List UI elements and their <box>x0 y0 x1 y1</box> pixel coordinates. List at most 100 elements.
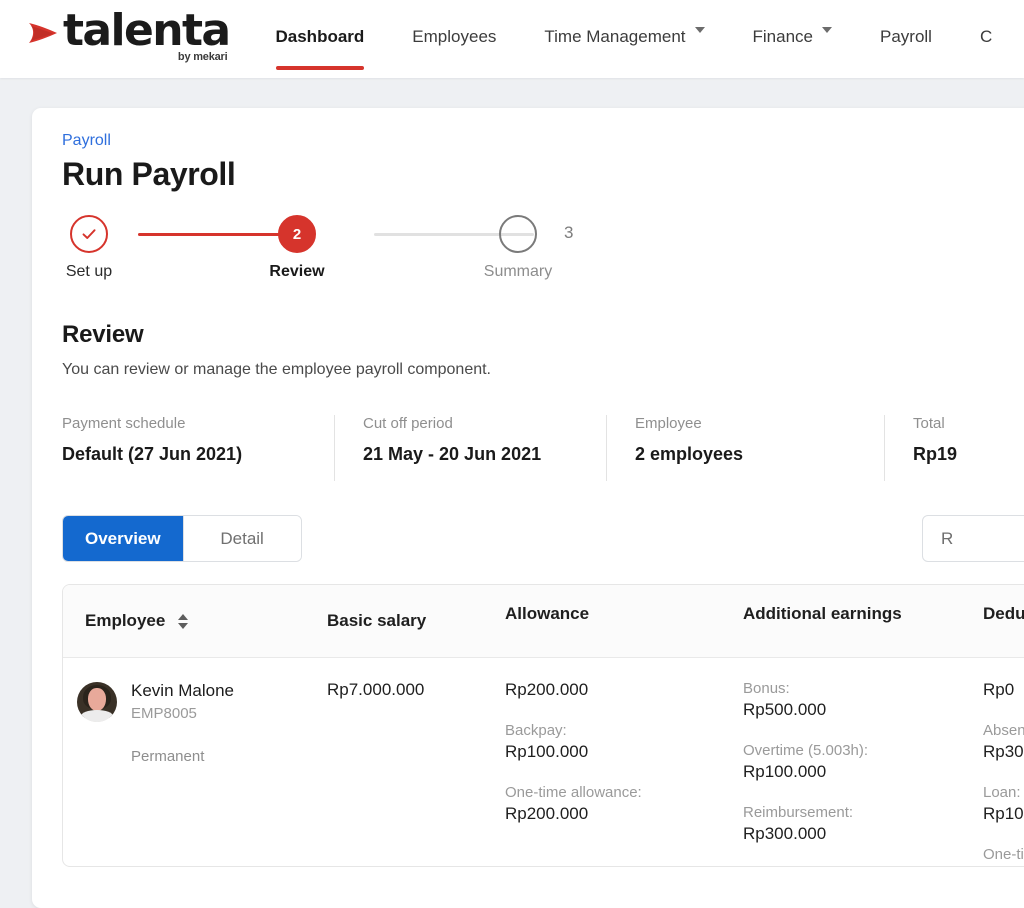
tabs-row: Overview Detail R <box>62 515 1024 562</box>
payroll-stepper: Set up 2 Review Summary 3 <box>62 215 1024 305</box>
summary-value: 2 employees <box>635 444 856 465</box>
table-header-row: Employee Basic salary Allowance Addition… <box>63 585 1024 657</box>
component-value: Rp100 <box>983 804 1024 824</box>
component-label: Reimbursement: <box>743 804 955 821</box>
column-header-deduction: Deduc <box>969 585 1024 657</box>
section-heading-review: Review <box>62 321 1024 349</box>
step-circle-done <box>70 215 108 253</box>
employment-type: Permanent <box>131 748 234 765</box>
cell-allowance: Rp200.000 Backpay: Rp100.000 One-time al… <box>491 657 729 866</box>
deduction-component: One-ti <box>983 846 1024 863</box>
nav-item-label: Finance <box>753 27 813 47</box>
step-number: 2 <box>293 226 301 243</box>
nav-item-payroll[interactable]: Payroll <box>880 0 932 78</box>
allowance-main-value: Rp200.000 <box>505 680 715 700</box>
deduction-main-value: Rp0 <box>983 680 1024 700</box>
step-circle-todo <box>499 215 537 253</box>
run-payroll-card: Payroll Run Payroll Set up 2 Review Summ… <box>32 108 1024 908</box>
summary-cut-off-period: Cut off period 21 May - 20 Jun 2021 <box>334 415 606 481</box>
chevron-arrow-icon <box>26 16 60 50</box>
component-value: Rp100.000 <box>505 742 715 762</box>
stepper-step-review[interactable]: 2 Review <box>237 215 357 281</box>
component-label: Backpay: <box>505 722 715 739</box>
stepper-connector-1-2 <box>138 233 298 236</box>
table-row[interactable]: Kevin Malone EMP8005 Permanent Rp7.000.0… <box>63 657 1024 866</box>
check-icon <box>79 224 99 244</box>
nav-item-label: Dashboard <box>276 27 365 47</box>
column-label: Employee <box>85 611 165 630</box>
column-header-basic-salary: Basic salary <box>313 585 491 657</box>
logo-tagline: by mekari <box>178 52 228 63</box>
chevron-down-icon <box>822 27 832 33</box>
breadcrumb-payroll[interactable]: Payroll <box>62 132 111 150</box>
nav-item-finance[interactable]: Finance <box>753 0 832 78</box>
tab-label: Detail <box>220 529 263 549</box>
nav-item-label: Time Management <box>544 27 685 47</box>
nav-item-employees[interactable]: Employees <box>412 0 496 78</box>
deduction-component: Absen Rp300 <box>983 722 1024 762</box>
summary-employee-count: Employee 2 employees <box>606 415 884 481</box>
component-label: One-time allowance: <box>505 784 715 801</box>
nav-item-label: C <box>980 27 992 47</box>
column-header-allowance: Allowance <box>491 585 729 657</box>
payroll-table: Employee Basic salary Allowance Addition… <box>62 584 1024 867</box>
summary-label: Cut off period <box>363 415 578 432</box>
summary-total: Total Rp19 <box>884 415 985 481</box>
payroll-summary-strip: Payment schedule Default (27 Jun 2021) C… <box>62 415 1024 481</box>
nav-item-dashboard[interactable]: Dashboard <box>276 0 365 78</box>
allowance-component: Backpay: Rp100.000 <box>505 722 715 762</box>
component-value: Rp300.000 <box>743 824 955 844</box>
top-navigation-bar: talenta by mekari Dashboard Employees Ti… <box>0 0 1024 78</box>
component-value: Rp200.000 <box>505 804 715 824</box>
summary-value: Rp19 <box>913 444 957 465</box>
cell-basic-salary: Rp7.000.000 <box>313 657 491 866</box>
allowance-component: One-time allowance: Rp200.000 <box>505 784 715 824</box>
talenta-logo[interactable]: talenta by mekari <box>26 8 230 63</box>
stepper-step-setup[interactable]: Set up <box>29 215 149 281</box>
sort-toggle-icon[interactable] <box>178 614 188 629</box>
component-label: One-ti <box>983 846 1024 863</box>
deduction-component: Loan: Rp100 <box>983 784 1024 824</box>
step-label-review: Review <box>269 263 324 281</box>
table-action-button[interactable]: R <box>922 515 1024 562</box>
cell-additional-earnings: Bonus: Rp500.000 Overtime (5.003h): Rp10… <box>729 657 969 866</box>
tab-detail[interactable]: Detail <box>183 516 301 561</box>
tab-label: Overview <box>85 529 161 549</box>
component-value: Rp100.000 <box>743 762 955 782</box>
component-label: Absen <box>983 722 1024 739</box>
earnings-component: Bonus: Rp500.000 <box>743 680 955 720</box>
component-label: Loan: <box>983 784 1024 801</box>
summary-label: Total <box>913 415 957 432</box>
nav-item-label: Employees <box>412 27 496 47</box>
employee-name: Kevin Malone <box>131 680 234 702</box>
earnings-component: Reimbursement: Rp300.000 <box>743 804 955 844</box>
earnings-component: Overtime (5.003h): Rp100.000 <box>743 742 955 782</box>
basic-salary-value: Rp7.000.000 <box>327 680 477 700</box>
page-title: Run Payroll <box>62 156 1024 193</box>
tab-overview[interactable]: Overview <box>63 516 183 561</box>
chevron-down-icon <box>695 27 705 33</box>
logo-wordmark: talenta <box>63 8 230 54</box>
step-number-summary: 3 <box>564 223 573 243</box>
nav-item-time-management[interactable]: Time Management <box>544 0 704 78</box>
view-tab-group: Overview Detail <box>62 515 302 562</box>
avatar <box>77 682 117 722</box>
summary-label: Payment schedule <box>62 415 306 432</box>
summary-value: Default (27 Jun 2021) <box>62 444 306 465</box>
nav-item-list: Dashboard Employees Time Management Fina… <box>276 0 1024 78</box>
column-header-employee[interactable]: Employee <box>63 585 313 657</box>
component-label: Overtime (5.003h): <box>743 742 955 759</box>
section-subheading: You can review or manage the employee pa… <box>62 361 1024 379</box>
summary-value: 21 May - 20 Jun 2021 <box>363 444 578 465</box>
employee-id: EMP8005 <box>131 705 234 722</box>
nav-item-label: Payroll <box>880 27 932 47</box>
summary-payment-schedule: Payment schedule Default (27 Jun 2021) <box>62 415 334 481</box>
component-label: Bonus: <box>743 680 955 697</box>
nav-item-company[interactable]: C <box>980 0 992 78</box>
step-label-setup: Set up <box>66 263 112 281</box>
component-value: Rp300 <box>983 742 1024 762</box>
component-value: Rp500.000 <box>743 700 955 720</box>
stepper-step-summary[interactable]: Summary <box>458 215 578 281</box>
step-circle-current: 2 <box>278 215 316 253</box>
step-label-summary: Summary <box>484 263 552 281</box>
